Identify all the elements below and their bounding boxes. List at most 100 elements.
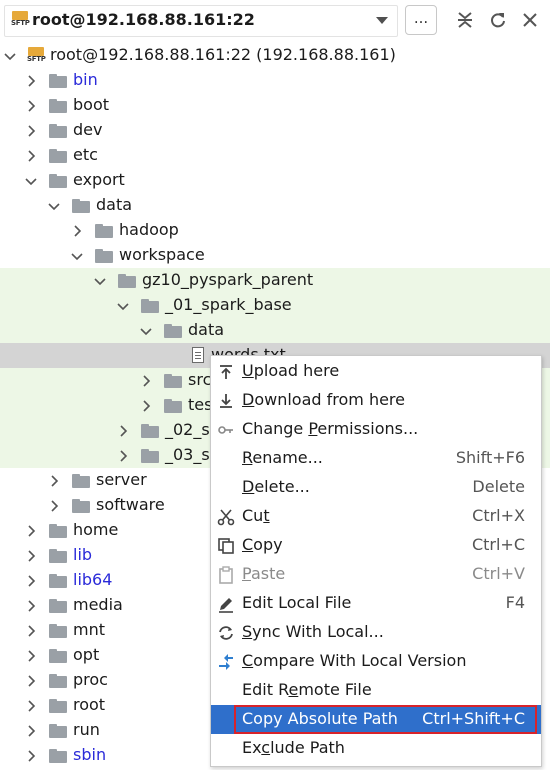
folder-icon bbox=[49, 174, 67, 188]
sync-icon bbox=[219, 626, 233, 640]
tree-item-label: proc bbox=[73, 670, 108, 689]
menu-item-paste: Paste Ctrl+V bbox=[211, 560, 541, 589]
folder-icon bbox=[141, 299, 159, 313]
chevron-right-icon[interactable] bbox=[25, 625, 37, 637]
connection-label: root@192.168.88.161:22 bbox=[32, 10, 255, 29]
key-icon bbox=[218, 426, 233, 434]
chevron-right-icon[interactable] bbox=[25, 575, 37, 587]
chevron-right-icon[interactable] bbox=[48, 500, 60, 512]
chevron-right-icon[interactable] bbox=[48, 475, 60, 487]
menu-item-delete[interactable]: Delete... Delete bbox=[211, 473, 541, 502]
menu-item-exclude-path[interactable]: Exclude Path bbox=[211, 734, 541, 763]
tree-item-label: lib64 bbox=[73, 570, 113, 589]
connection-selector[interactable]: SFTP root@192.168.88.161:22 bbox=[4, 5, 398, 37]
folder-icon bbox=[141, 424, 159, 438]
menu-item-sync-with-local[interactable]: Sync With Local... bbox=[211, 618, 541, 647]
menu-item-cut[interactable]: Cut Ctrl+X bbox=[211, 502, 541, 531]
chevron-right-icon[interactable] bbox=[71, 225, 83, 237]
copy-icon bbox=[218, 538, 234, 554]
folder-icon bbox=[49, 724, 67, 738]
connection-toolbar: SFTP root@192.168.88.161:22 ... bbox=[0, 0, 550, 40]
folder-row[interactable]: data bbox=[0, 193, 550, 218]
tree-item-label: bin bbox=[73, 70, 98, 89]
chevron-right-icon[interactable] bbox=[25, 75, 37, 87]
folder-icon bbox=[49, 99, 67, 113]
menu-item-label: Sync With Local... bbox=[242, 622, 384, 641]
folder-icon bbox=[72, 199, 90, 213]
context-menu: Upload here Download from here Change Perm… bbox=[210, 355, 542, 767]
folder-row[interactable]: etc bbox=[0, 143, 550, 168]
chevron-right-icon[interactable] bbox=[25, 525, 37, 537]
chevron-down-icon[interactable] bbox=[48, 200, 60, 212]
folder-row[interactable]: hadoop bbox=[0, 218, 550, 243]
chevron-down-icon[interactable] bbox=[71, 250, 83, 262]
menu-item-upload-here[interactable]: Upload here bbox=[211, 357, 541, 386]
upload-icon bbox=[220, 365, 232, 379]
tree-root-row[interactable]: SFTP root@192.168.88.161:22 (192.168.88.… bbox=[0, 43, 550, 68]
menu-item-label: Exclude Path bbox=[242, 738, 345, 757]
folder-icon bbox=[164, 399, 182, 413]
chevron-right-icon[interactable] bbox=[140, 400, 152, 412]
tree-item-label: etc bbox=[73, 145, 98, 164]
menu-item-download-from-here[interactable]: Download from here bbox=[211, 386, 541, 415]
folder-row[interactable]: _01_spark_base bbox=[0, 293, 550, 318]
menu-item-shortcut: Ctrl+C bbox=[471, 535, 525, 554]
folder-row[interactable]: workspace bbox=[0, 243, 550, 268]
chevron-right-icon[interactable] bbox=[25, 100, 37, 112]
folder-row[interactable]: gz10_pyspark_parent bbox=[0, 268, 550, 293]
chevron-right-icon[interactable] bbox=[117, 425, 129, 437]
tree-item-label: data bbox=[188, 320, 225, 339]
folder-row[interactable]: export bbox=[0, 168, 550, 193]
folder-icon bbox=[49, 674, 67, 688]
collapse-expand-icon[interactable] bbox=[455, 10, 475, 30]
chevron-down-icon[interactable] bbox=[4, 50, 16, 62]
chevron-right-icon[interactable] bbox=[140, 375, 152, 387]
refresh-icon[interactable] bbox=[488, 10, 508, 30]
tree-item-label: root bbox=[73, 695, 106, 714]
menu-item-label: Download from here bbox=[242, 390, 405, 409]
menu-item-shortcut: Ctrl+X bbox=[472, 506, 525, 525]
chevron-down-icon[interactable] bbox=[94, 275, 106, 287]
chevron-right-icon[interactable] bbox=[25, 600, 37, 612]
chevron-right-icon[interactable] bbox=[25, 750, 37, 762]
tree-item-label: run bbox=[73, 720, 100, 739]
menu-item-label: Copy bbox=[242, 535, 283, 554]
folder-icon bbox=[49, 574, 67, 588]
edit-icon bbox=[219, 598, 233, 613]
folder-row[interactable]: boot bbox=[0, 93, 550, 118]
menu-item-edit-remote-file[interactable]: Edit Remote File bbox=[211, 676, 541, 705]
folder-icon bbox=[49, 124, 67, 138]
more-button[interactable]: ... bbox=[405, 5, 437, 35]
folder-row[interactable]: data bbox=[0, 318, 550, 343]
menu-item-copy[interactable]: Copy Ctrl+C bbox=[211, 531, 541, 560]
menu-item-edit-local-file[interactable]: Edit Local File F4 bbox=[211, 589, 541, 618]
chevron-right-icon[interactable] bbox=[25, 725, 37, 737]
menu-item-copy-absolute-path[interactable]: Copy Absolute Path Ctrl+Shift+C bbox=[211, 705, 541, 734]
close-icon[interactable] bbox=[520, 10, 540, 30]
menu-item-change-permissions[interactable]: Change Permissions... bbox=[211, 415, 541, 444]
menu-item-label: Change Permissions... bbox=[242, 419, 419, 438]
folder-row[interactable]: bin bbox=[0, 68, 550, 93]
chevron-down-icon[interactable] bbox=[376, 17, 388, 24]
chevron-right-icon[interactable] bbox=[25, 125, 37, 137]
chevron-right-icon[interactable] bbox=[25, 675, 37, 687]
chevron-down-icon[interactable] bbox=[140, 325, 152, 337]
folder-icon bbox=[49, 649, 67, 663]
chevron-right-icon[interactable] bbox=[117, 450, 129, 462]
chevron-right-icon[interactable] bbox=[25, 550, 37, 562]
chevron-down-icon[interactable] bbox=[25, 175, 37, 187]
tree-item-label: software bbox=[96, 495, 165, 514]
chevron-right-icon[interactable] bbox=[25, 700, 37, 712]
tree-item-label: gz10_pyspark_parent bbox=[142, 270, 314, 289]
menu-item-compare-with-local-version[interactable]: Compare With Local Version bbox=[211, 647, 541, 676]
menu-item-rename[interactable]: Rename... Shift+F6 bbox=[211, 444, 541, 473]
chevron-down-icon[interactable] bbox=[117, 300, 129, 312]
compare-icon bbox=[219, 654, 233, 670]
menu-item-label: Delete... bbox=[242, 477, 310, 496]
chevron-right-icon[interactable] bbox=[25, 650, 37, 662]
folder-icon bbox=[49, 699, 67, 713]
chevron-right-icon[interactable] bbox=[25, 150, 37, 162]
folder-row[interactable]: dev bbox=[0, 118, 550, 143]
menu-item-shortcut: Shift+F6 bbox=[455, 448, 525, 467]
menu-item-label: Compare With Local Version bbox=[242, 651, 467, 670]
